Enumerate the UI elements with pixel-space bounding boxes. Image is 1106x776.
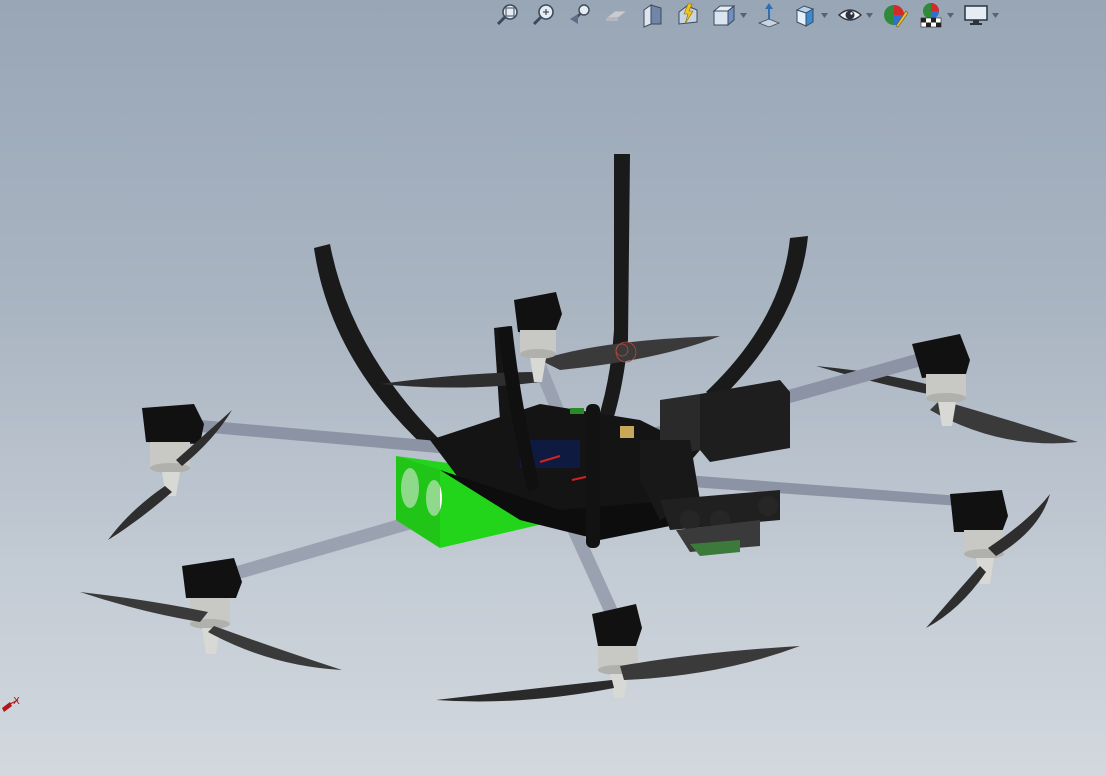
camera-gimbal[interactable]	[640, 380, 790, 556]
propeller-blade	[436, 680, 614, 702]
graphics-area[interactable]: X	[0, 0, 1106, 776]
landing-gear-leg[interactable]	[314, 244, 440, 450]
octocopter-model[interactable]	[0, 0, 1106, 776]
propeller-blade	[208, 626, 342, 670]
motor[interactable]	[926, 490, 1050, 628]
landing-gear-leg[interactable]	[706, 236, 808, 400]
motor[interactable]	[436, 604, 800, 702]
propeller-blade	[540, 336, 720, 370]
landing-gear-leg[interactable]	[592, 154, 630, 440]
motor[interactable]	[80, 558, 342, 670]
propeller-blade	[926, 566, 986, 628]
propeller-blade	[620, 646, 800, 680]
motor[interactable]	[514, 292, 562, 382]
propeller-blade	[108, 486, 172, 540]
triad-x-label: X	[13, 696, 20, 707]
antenna-mast[interactable]	[586, 404, 600, 548]
